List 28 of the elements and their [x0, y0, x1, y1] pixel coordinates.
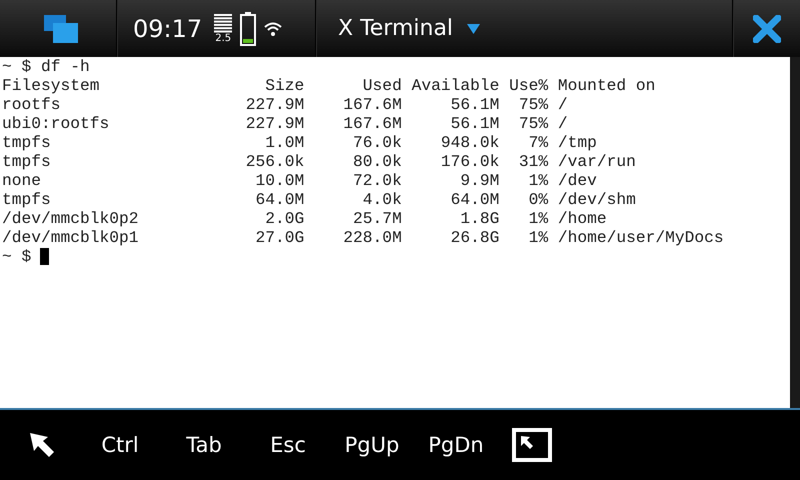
terminal-line: Filesystem Size Used Available Use% Mounted on	[2, 76, 656, 95]
key-button[interactable]: PgUp	[330, 433, 414, 457]
terminal-line: tmpfs 1.0M 76.0k 948.0k 7% /tmp	[2, 133, 598, 152]
terminal-line: ~ $ df -h	[2, 57, 91, 76]
fullscreen-toggle-icon[interactable]	[512, 428, 552, 462]
terminal-line: tmpfs 64.0M 4.0k 64.0M 0% /dev/shm	[2, 190, 637, 209]
terminal-line: /dev/mmcblk0p1 27.0G 228.0M 26.8G 1% /home/user/MyDocs	[2, 228, 725, 247]
dropdown-arrow-icon	[467, 24, 480, 34]
pointer-arrow-icon[interactable]	[28, 431, 56, 459]
signal-bars-icon	[214, 14, 232, 34]
shell-prompt: ~ $	[2, 247, 32, 266]
key-button[interactable]: PgDn	[414, 433, 498, 457]
scrollbar[interactable]	[790, 57, 800, 408]
key-button[interactable]: Tab	[162, 433, 246, 457]
terminal-line: ubi0:rootfs 227.9M 167.6M 56.1M 75% /	[2, 114, 569, 133]
network-label: 2.5	[215, 34, 232, 44]
terminal-line: rootfs 227.9M 167.6M 56.1M 75% /	[2, 95, 569, 114]
clock-time: 09:17	[133, 14, 202, 42]
task-switcher-icon[interactable]	[44, 14, 78, 42]
terminal-line: /dev/mmcblk0p2 2.0G 25.7M 1.8G 1% /home	[2, 209, 608, 228]
key-button[interactable]: Ctrl	[78, 433, 162, 457]
wifi-icon	[264, 20, 282, 36]
terminal-line: tmpfs 256.0k 80.0k 176.0k 31% /var/run	[2, 152, 637, 171]
terminal-line: none 10.0M 72.0k 9.9M 1% /dev	[2, 171, 598, 190]
text-cursor	[40, 248, 50, 265]
close-icon[interactable]	[752, 14, 780, 42]
battery-icon	[240, 12, 256, 46]
key-button[interactable]: Esc	[246, 433, 330, 457]
